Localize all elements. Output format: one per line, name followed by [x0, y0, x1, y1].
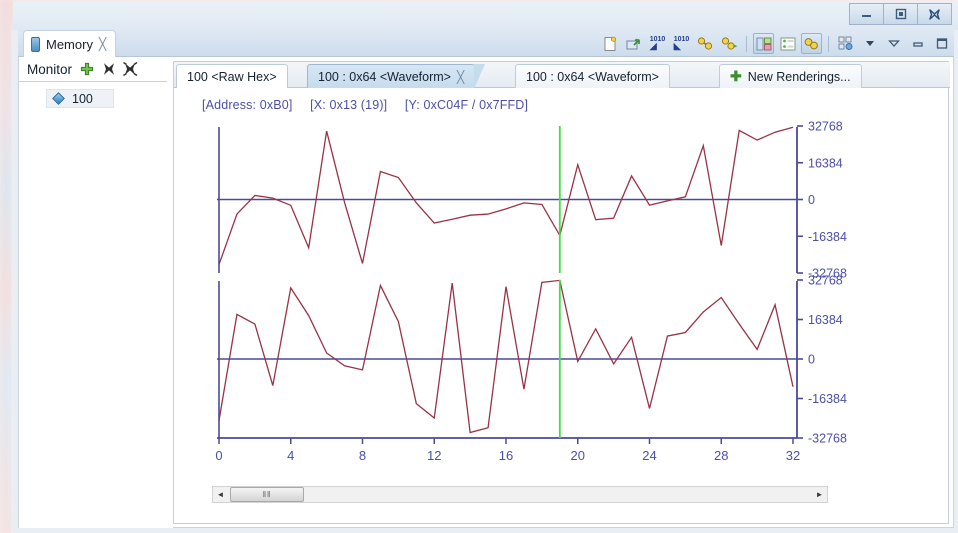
link-icon[interactable] — [695, 33, 716, 54]
x-tick-label: 32 — [786, 448, 800, 463]
y-tick-label: 0 — [808, 353, 815, 367]
memory-block-diamond-icon — [52, 92, 65, 105]
y-tick-label: -16384 — [808, 230, 847, 244]
restore-button[interactable] — [883, 3, 918, 25]
remove-all-x-icon[interactable] — [123, 62, 138, 77]
y-tick-label: 16384 — [808, 313, 843, 327]
view-toolbar: 1010 ◢ 1010 ◣ — [599, 32, 952, 55]
tab-raw-hex-label: 100 <Raw Hex> — [187, 69, 277, 84]
plus-icon[interactable] — [79, 62, 94, 77]
tab-raw-hex[interactable]: 100 <Raw Hex> — [176, 64, 288, 88]
toolbar-separator-2 — [828, 35, 829, 52]
toolbar-separator — [746, 35, 747, 52]
scrollbar-track[interactable]: ‖‖ — [228, 487, 812, 502]
1010-up-icon[interactable]: 1010 ◣ — [671, 33, 692, 54]
y-tick-label: -32768 — [808, 432, 847, 446]
monitor-title: Monitor — [27, 61, 73, 77]
tab-memory-label: Memory — [46, 36, 93, 52]
x-tick-label: 24 — [642, 448, 656, 463]
monitor-header: Monitor — [19, 57, 167, 82]
import-icon[interactable] — [623, 33, 644, 54]
y-tick-label: 0 — [808, 193, 815, 207]
x-tick-label: 8 — [359, 448, 366, 463]
list-item-label: 100 — [72, 91, 93, 106]
new-page-icon[interactable] — [599, 33, 620, 54]
chart-panel-0: 32768163840-16384-32768 — [217, 120, 847, 281]
status-address: [Address: 0xB0] — [202, 98, 293, 112]
rendering-tab-bar: 100 <Raw Hex> 100 : 0x64 <Waveform> ╳ 10… — [174, 62, 950, 89]
tab-waveform-2-label: 100 : 0x64 <Waveform> — [526, 69, 659, 84]
y-tick-label: 32768 — [808, 274, 843, 288]
tab-waveform-1[interactable]: 100 : 0x64 <Waveform> ╳ — [307, 64, 486, 89]
view-restore-icon[interactable] — [931, 33, 952, 54]
y-tick-label: 32768 — [808, 120, 843, 134]
status-y: [Y: 0xC04F / 0x7FFD] — [404, 98, 529, 112]
monitors-pane-icon[interactable] — [777, 33, 798, 54]
view-options-icon[interactable] — [835, 33, 856, 54]
tab-new-renderings[interactable]: ✚ New Renderings... — [719, 64, 862, 88]
tab-memory[interactable]: Memory ╳ — [23, 30, 117, 57]
x-tick-label: 28 — [714, 448, 728, 463]
1010-down-icon[interactable]: 1010 ◢ — [647, 33, 668, 54]
backdrop-left-stripe — [0, 0, 12, 533]
y-tick-label: -16384 — [808, 392, 847, 406]
scroll-right-arrow-icon[interactable]: ► — [812, 487, 827, 502]
view-maximize-icon[interactable] — [907, 33, 928, 54]
view-body: Monitor 100 100 <Raw Hex> 100: 0x64 <Wa… — [18, 57, 954, 528]
rendering-pane-icon[interactable] — [801, 33, 822, 54]
minimize-button[interactable] — [849, 3, 884, 25]
plus-icon: ✚ — [730, 68, 742, 84]
waveform-svg[interactable]: 32768 16384 0 -16384 -32768 32768 16384 0 -16384… — [174, 120, 948, 480]
close-button[interactable] — [917, 3, 952, 25]
rendering-pane: 100 <Raw Hex> 100 : 0x64 <Waveform> ╳ 10… — [173, 61, 950, 524]
waveform-chart-area[interactable]: 32768 16384 0 -16384 -32768 32768 16384 0 -16384… — [174, 120, 948, 480]
tab-waveform-1-label: 100 : 0x64 <Waveform> — [318, 69, 451, 84]
chevron-down-icon[interactable] — [859, 33, 880, 54]
window-titlebar — [13, 1, 958, 30]
monitor-list: 100 — [19, 82, 167, 108]
memory-icon — [31, 36, 40, 52]
rendering-content: [Address: 0xB0] [X: 0x13 (19)] [Y: 0xC04… — [174, 88, 948, 523]
list-item[interactable]: 100 — [46, 89, 114, 108]
close-icon[interactable]: ╳ — [99, 38, 106, 50]
link-blocks-icon[interactable] — [719, 33, 740, 54]
window-controls — [849, 3, 952, 25]
monitor-pane: Monitor 100 — [19, 57, 167, 528]
application-window: Memory ╳ 1010 ◢ 1010 ◣ Monitor 100 100 <… — [13, 1, 958, 533]
scroll-left-arrow-icon[interactable]: ◄ — [213, 487, 228, 502]
waveform-status-line: [Address: 0xB0] [X: 0x13 (19)] [Y: 0xC04… — [202, 98, 542, 112]
y-tick-label: 16384 — [808, 156, 843, 170]
scrollbar-thumb[interactable]: ‖‖ — [230, 487, 304, 502]
x-tick-label: 20 — [571, 448, 585, 463]
status-x: [X: 0x13 (19)] — [310, 98, 388, 112]
chart-panel-1: 32768 16384 0 -16384 -32768 0 4 8 12 16 20 24 28 32 — [215, 274, 847, 464]
view-minimize-icon[interactable] — [883, 33, 904, 54]
tab-waveform-2[interactable]: 100 : 0x64 <Waveform> — [515, 64, 670, 88]
remove-x-icon[interactable] — [101, 62, 116, 77]
split-pane-icon[interactable] — [753, 33, 774, 54]
tab-new-renderings-label: New Renderings... — [747, 69, 851, 84]
x-tick-label: 4 — [287, 448, 294, 463]
x-tick-label: 16 — [499, 448, 513, 463]
close-icon[interactable]: ╳ — [457, 71, 464, 83]
x-tick-label: 12 — [427, 448, 441, 463]
x-tick-label: 0 — [215, 448, 222, 463]
horizontal-scrollbar[interactable]: ◄ ‖‖ ► — [212, 486, 828, 503]
